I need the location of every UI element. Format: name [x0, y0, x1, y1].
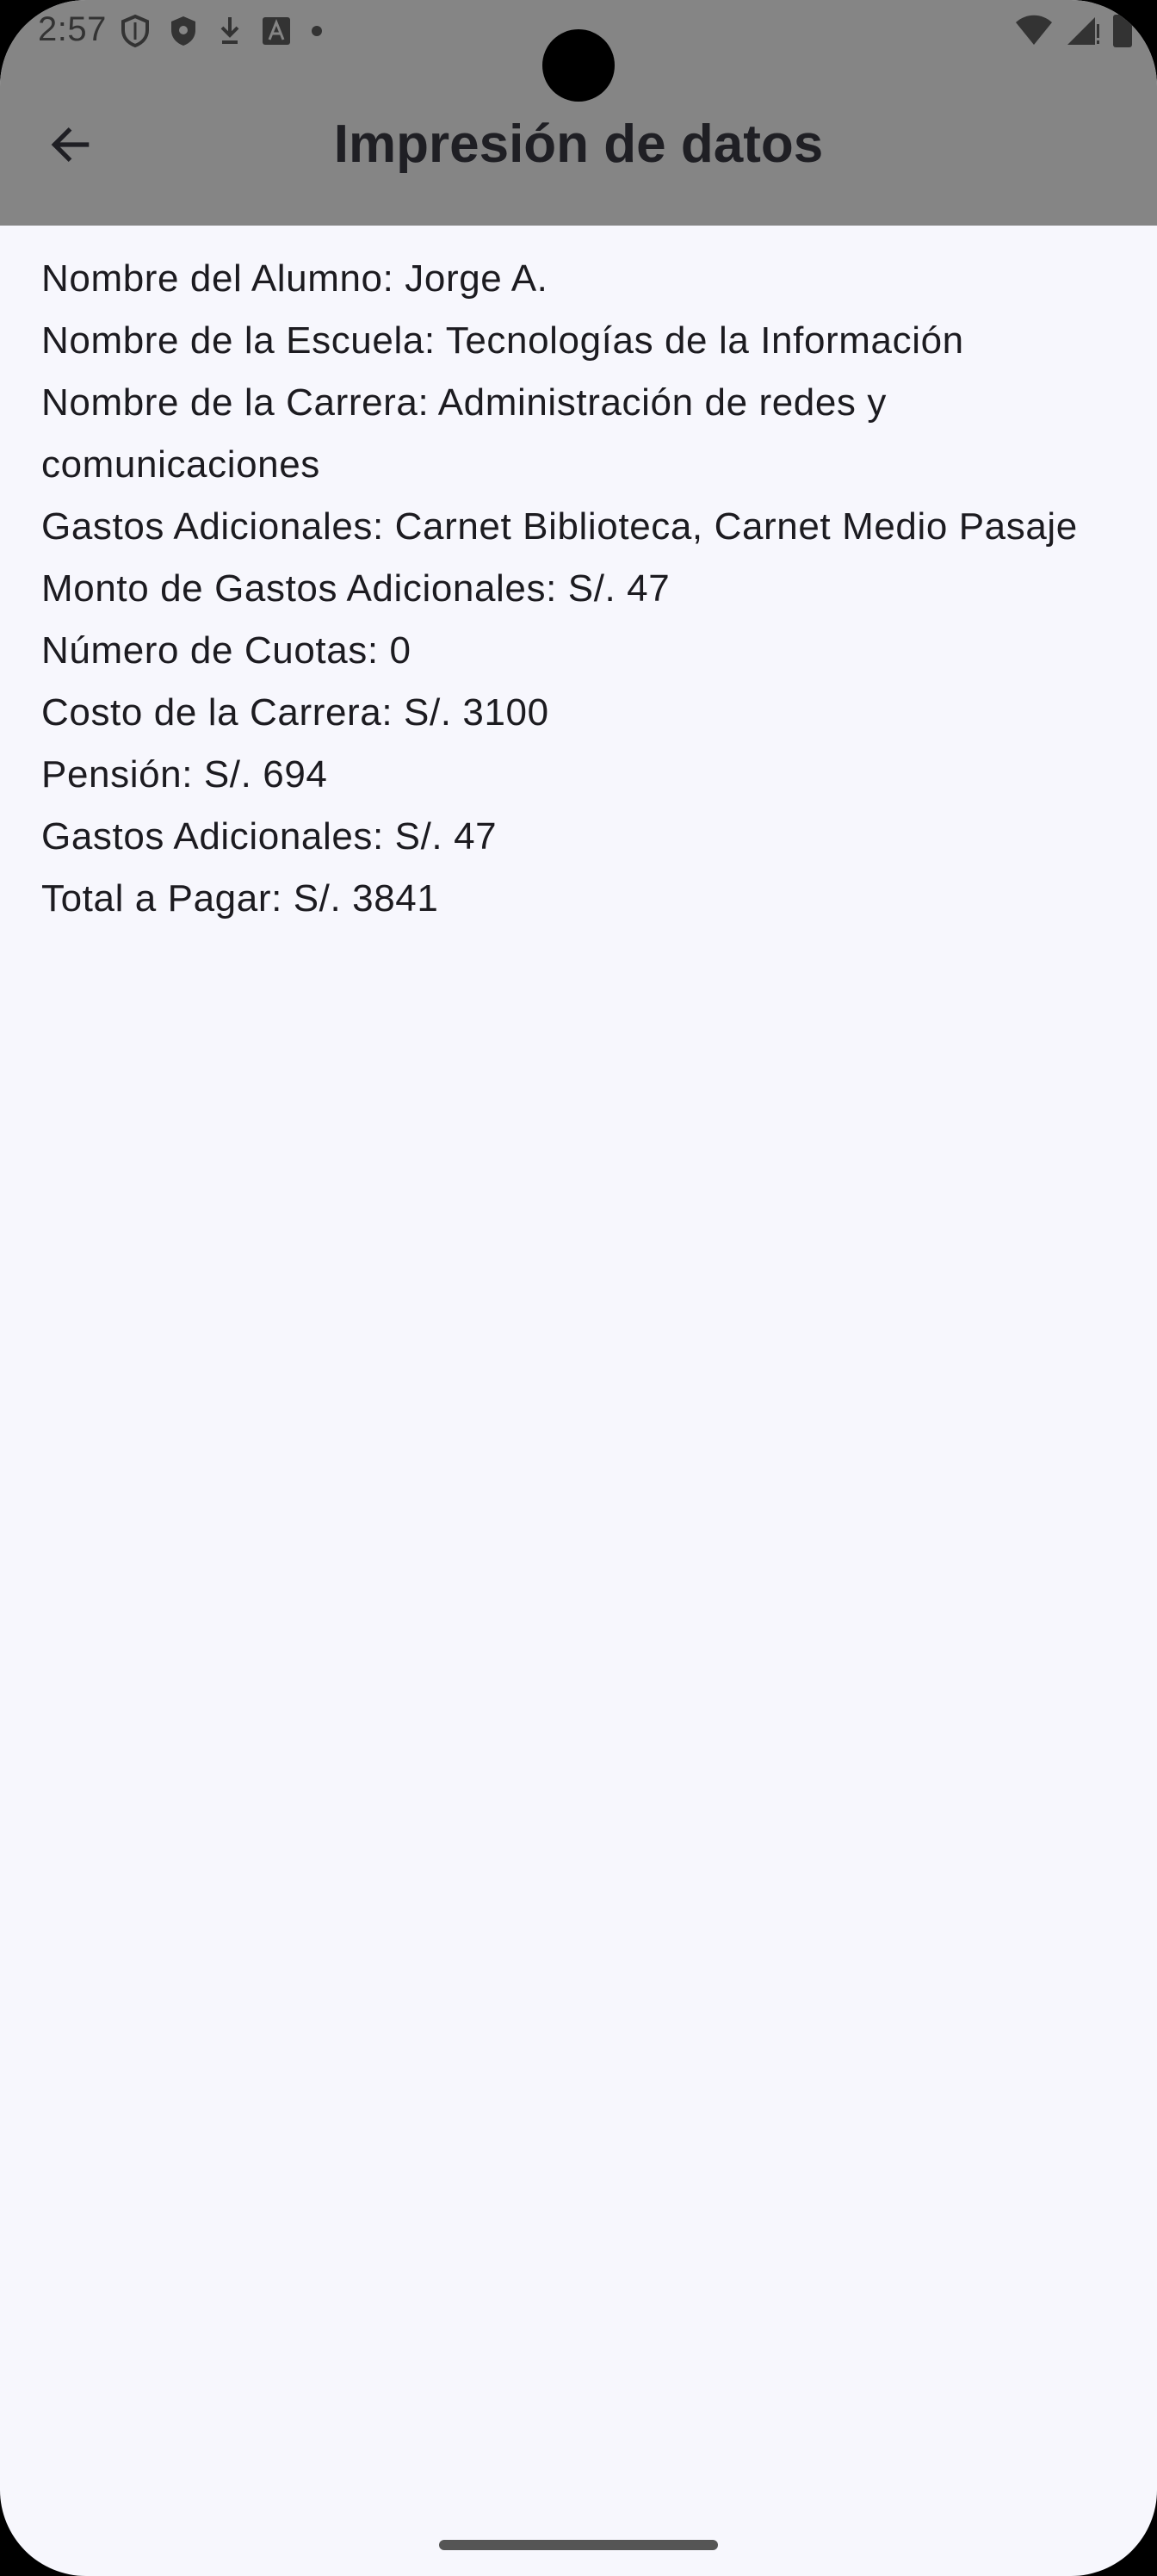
font-a-icon	[262, 16, 291, 46]
status-notification-icons	[121, 12, 324, 50]
phone-screen: 2:57 Impresión de datos Nombre del Alumn…	[0, 0, 1157, 2576]
battery-icon	[1112, 10, 1133, 53]
download-icon	[217, 14, 243, 48]
payment-details: Nombre del Alumno: Jorge A. Nombre de la…	[41, 248, 1117, 930]
top-app-area: 2:57 Impresión de datos	[0, 0, 1157, 226]
student-name-line: Nombre del Alumno: Jorge A.	[41, 257, 548, 300]
page-title: Impresión de datos	[333, 115, 824, 174]
status-time: 2:57	[38, 10, 107, 48]
wifi-icon	[1014, 12, 1054, 51]
additional-expenses-total-line: Gastos Adicionales: S/. 47	[41, 815, 498, 858]
dot-icon	[310, 24, 324, 38]
status-system-icons	[1014, 10, 1133, 52]
additional-expenses-amount-line: Monto de Gastos Adicionales: S/. 47	[41, 567, 671, 610]
additional-expenses-items-line: Gastos Adicionales: Carnet Biblioteca, C…	[41, 505, 1078, 548]
school-name-line: Nombre de la Escuela: Tecnologías de la …	[41, 319, 964, 362]
career-name-line: Nombre de la Carrera: Administración de …	[41, 381, 887, 486]
career-cost-line: Costo de la Carrera: S/. 3100	[41, 691, 549, 734]
shield-filled-icon	[169, 14, 198, 48]
app-bar: Impresión de datos	[0, 90, 1157, 198]
signal-icon	[1066, 12, 1100, 51]
installments-count-line: Número de Cuotas: 0	[41, 629, 411, 672]
gesture-navigation-bar[interactable]	[439, 2540, 718, 2550]
pension-line: Pensión: S/. 694	[41, 753, 328, 796]
shield-outline-icon	[121, 14, 150, 48]
total-to-pay-line: Total a Pagar: S/. 3841	[41, 877, 439, 920]
